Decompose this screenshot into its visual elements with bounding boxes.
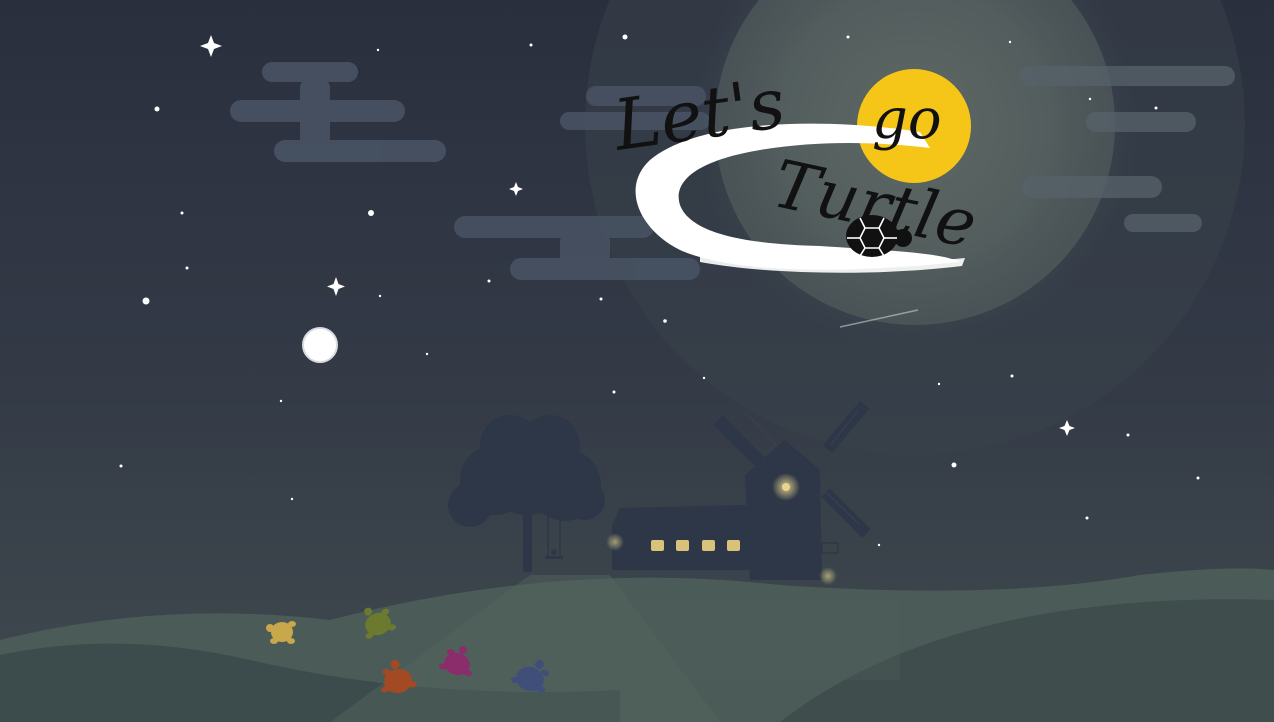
logo-text-go: go (872, 87, 942, 152)
hill-reflection (560, 600, 900, 680)
background-scene: Let's go Turtle (0, 0, 1274, 722)
title-screen: Let's go Turtle (0, 0, 1274, 722)
small-moon (302, 327, 338, 363)
